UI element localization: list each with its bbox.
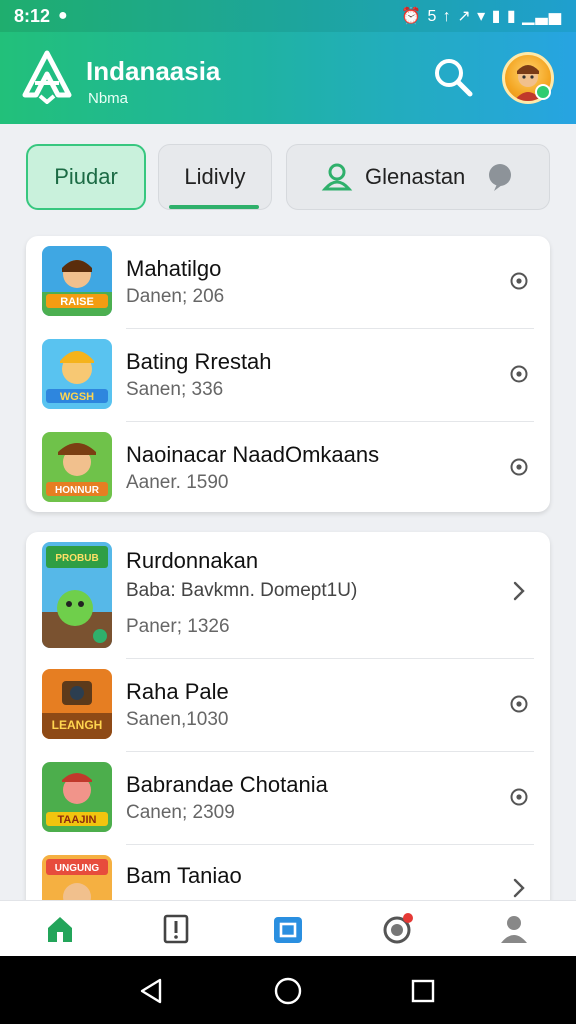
tab-piudar[interactable]: Piudar bbox=[26, 144, 146, 210]
svg-text:LEANGH: LEANGH bbox=[52, 718, 103, 732]
list-item[interactable]: RAISE Mahatilgo Danen; 206 bbox=[26, 236, 550, 328]
game-thumbnail: TAAJIN bbox=[42, 762, 112, 832]
game-thumbnail: RAISE bbox=[42, 246, 112, 316]
svg-text:WGSH: WGSH bbox=[60, 391, 94, 403]
tab-label: Glenastan bbox=[365, 164, 466, 189]
item-subtitle: Aaner. 1590 bbox=[126, 472, 229, 493]
app-subtitle: Nbma bbox=[88, 90, 129, 107]
search-icon[interactable] bbox=[430, 54, 476, 100]
item-title: Naoinacar NaadOmkaans bbox=[126, 442, 380, 467]
item-title: Babrandae Chotania bbox=[126, 772, 328, 797]
list-card-1: RAISE Mahatilgo Danen; 206 WGSH Bating R… bbox=[26, 236, 550, 512]
item-title: Mahatilgo bbox=[126, 256, 222, 281]
game-thumbnail: WGSH bbox=[42, 339, 112, 409]
item-title: Rurdonnakan bbox=[126, 548, 259, 573]
game-thumbnail: PROBUB bbox=[42, 542, 112, 648]
item-subtitle: Canen; 2309 bbox=[126, 802, 235, 823]
tab-underline bbox=[169, 205, 259, 209]
status-icons: ⏰ 5 ↑ ↗ ▾ ▮ ▮ ▁▃▅ bbox=[401, 8, 562, 25]
game-thumbnail: LEANGH bbox=[42, 669, 112, 739]
home-icon[interactable] bbox=[42, 911, 78, 947]
item-title: Bating Rrestah bbox=[126, 349, 272, 374]
status-time: 8:12 bbox=[14, 5, 51, 26]
svg-text:HONNUR: HONNUR bbox=[55, 485, 100, 496]
bottom-nav bbox=[0, 900, 576, 956]
chevron-right-icon[interactable] bbox=[506, 875, 532, 901]
person-icon bbox=[321, 163, 353, 191]
svg-text:UNGUNG: UNGUNG bbox=[55, 863, 100, 874]
svg-text:PROBUB: PROBUB bbox=[55, 553, 98, 564]
item-subtitle: Sanen,1030 bbox=[126, 709, 229, 730]
chat-icon[interactable] bbox=[380, 911, 416, 947]
list-item[interactable]: PROBUB Rurdonnakan Baba: Bavkmn. Domept1… bbox=[26, 532, 550, 658]
list-item[interactable]: WGSH Bating Rrestah Sanen; 336 bbox=[26, 329, 550, 421]
system-nav-bar bbox=[0, 956, 576, 1024]
app-title: Indanaasia bbox=[86, 56, 221, 86]
item-title: Bam Taniao bbox=[126, 863, 242, 888]
radio-icon[interactable] bbox=[506, 268, 532, 294]
logo-icon bbox=[22, 50, 72, 105]
radio-icon[interactable] bbox=[506, 454, 532, 480]
svg-text:TAAJIN: TAAJIN bbox=[58, 814, 97, 826]
chat-bubble-icon bbox=[489, 164, 512, 191]
tab-label: Lidivly bbox=[184, 164, 246, 189]
tab-lidivly[interactable]: Lidivly bbox=[158, 144, 272, 210]
item-subtitle: Danen; 206 bbox=[126, 286, 225, 307]
list-item[interactable]: LEANGH Raha Pale Sanen,1030 bbox=[26, 659, 550, 751]
profile-icon[interactable] bbox=[496, 911, 532, 947]
game-thumbnail: HONNUR bbox=[42, 432, 112, 502]
notification-icon: ● bbox=[58, 7, 68, 24]
store-icon[interactable] bbox=[270, 911, 306, 947]
back-icon[interactable] bbox=[134, 974, 168, 1008]
app-header: Indanaasia Nbma bbox=[0, 32, 576, 124]
list-item[interactable]: TAAJIN Babrandae Chotania Canen; 2309 bbox=[26, 752, 550, 844]
list-item[interactable]: HONNUR Naoinacar NaadOmkaans Aaner. 1590 bbox=[26, 422, 550, 512]
item-detail: Paner; 1326 bbox=[126, 616, 230, 637]
radio-icon[interactable] bbox=[506, 784, 532, 810]
radio-icon[interactable] bbox=[506, 361, 532, 387]
tab-label: Piudar bbox=[54, 164, 118, 189]
tab-glenastan[interactable]: Glenastan bbox=[286, 144, 550, 210]
radio-icon[interactable] bbox=[506, 691, 532, 717]
recents-icon[interactable] bbox=[406, 974, 440, 1008]
info-icon[interactable] bbox=[158, 911, 194, 947]
item-subtitle: Baba: Bavkmn. Domept1U) bbox=[126, 580, 358, 601]
notification-dot-icon bbox=[534, 84, 548, 98]
list-card-2: PROBUB Rurdonnakan Baba: Bavkmn. Domept1… bbox=[26, 532, 550, 912]
status-bar: 8:12 ● ⏰ 5 ↑ ↗ ▾ ▮ ▮ ▁▃▅ bbox=[0, 0, 576, 32]
svg-text:RAISE: RAISE bbox=[60, 296, 94, 308]
item-subtitle: Sanen; 336 bbox=[126, 379, 224, 400]
chevron-right-icon[interactable] bbox=[506, 578, 532, 604]
home-circle-icon[interactable] bbox=[271, 974, 305, 1008]
item-title: Raha Pale bbox=[126, 679, 229, 704]
tab-bar: Piudar Lidivly Glenastan bbox=[26, 144, 550, 212]
